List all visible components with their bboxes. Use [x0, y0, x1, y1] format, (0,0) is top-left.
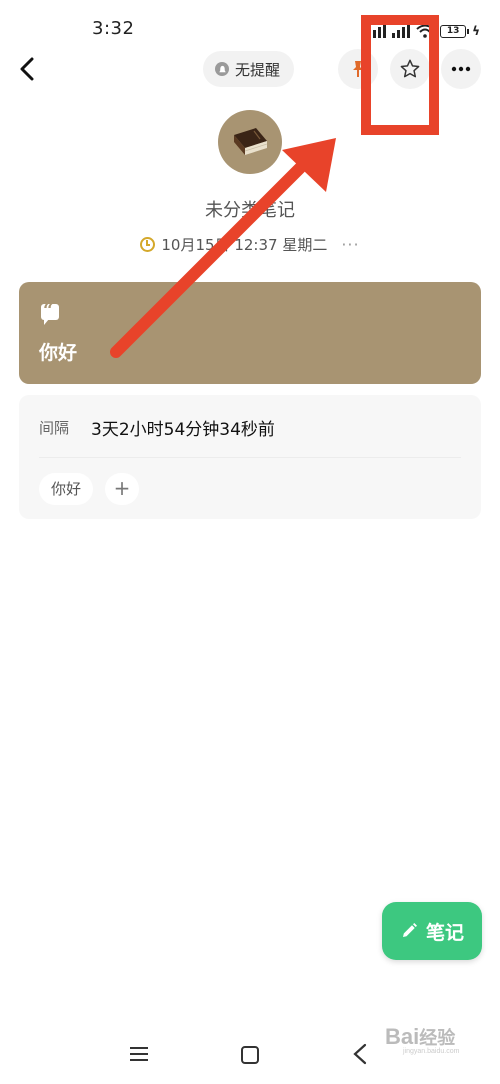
network-badge: HD [366, 16, 378, 24]
favorite-button[interactable] [390, 49, 430, 89]
annotation-arrow-head [282, 138, 336, 192]
divider [39, 457, 461, 458]
status-bar: 3:32 HD 13 ϟ [0, 0, 500, 50]
pin-button[interactable] [338, 49, 378, 89]
reminder-label: 无提醒 [235, 60, 281, 79]
notebook-icon [234, 128, 268, 155]
notebook-avatar[interactable] [218, 110, 282, 174]
wifi-icon [416, 24, 434, 38]
new-note-button[interactable]: 笔记 [382, 902, 482, 960]
note-date: 10月15日 12:37 星期二 [161, 236, 328, 254]
interval-value: 3天2小时54分钟34秒前 [91, 420, 275, 440]
bell-icon [215, 62, 229, 76]
watermark-suffix: 经验 [419, 1028, 456, 1048]
interval-label: 间隔 [39, 419, 70, 437]
back-button[interactable] [12, 52, 42, 86]
pin-icon [353, 61, 363, 77]
quote-icon [41, 300, 59, 325]
nav-back-icon[interactable] [350, 1042, 370, 1066]
more-dots-icon [451, 66, 471, 72]
pencil-icon [402, 923, 417, 937]
tag-chip[interactable]: 你好 [39, 473, 94, 505]
chevron-left-icon [20, 57, 34, 81]
date-more[interactable]: ··· [341, 235, 359, 254]
note-card[interactable]: 你好 [19, 282, 481, 384]
add-tag-button[interactable]: + [105, 473, 139, 505]
new-note-label: 笔记 [425, 921, 464, 944]
signal-icon-2 [392, 22, 411, 38]
note-date-row[interactable]: 10月15日 12:37 星期二 ··· [0, 234, 500, 255]
more-button[interactable] [441, 49, 481, 89]
home-icon[interactable] [240, 1045, 260, 1065]
interval-card: 间隔 3天2小时54分钟34秒前 你好 + [19, 395, 481, 519]
star-icon [400, 59, 420, 78]
notebook-name[interactable]: 未分类笔记 [0, 196, 500, 222]
menu-icon[interactable] [128, 1044, 150, 1064]
reminder-button[interactable]: 无提醒 [203, 51, 295, 87]
watermark-url: jingyan.baidu.com [403, 1048, 460, 1055]
watermark: Bai经验 jingyan.baidu.com [385, 1024, 459, 1055]
battery-icon: 13 [440, 25, 470, 38]
watermark-text: Bai [385, 1024, 420, 1049]
status-time: 3:32 [92, 18, 135, 39]
note-content[interactable]: 你好 [39, 338, 77, 365]
charging-icon: ϟ [472, 24, 480, 38]
signal-icon: HD [366, 16, 387, 38]
status-icons: HD 13 ϟ [366, 16, 480, 38]
clock-icon [140, 237, 156, 252]
